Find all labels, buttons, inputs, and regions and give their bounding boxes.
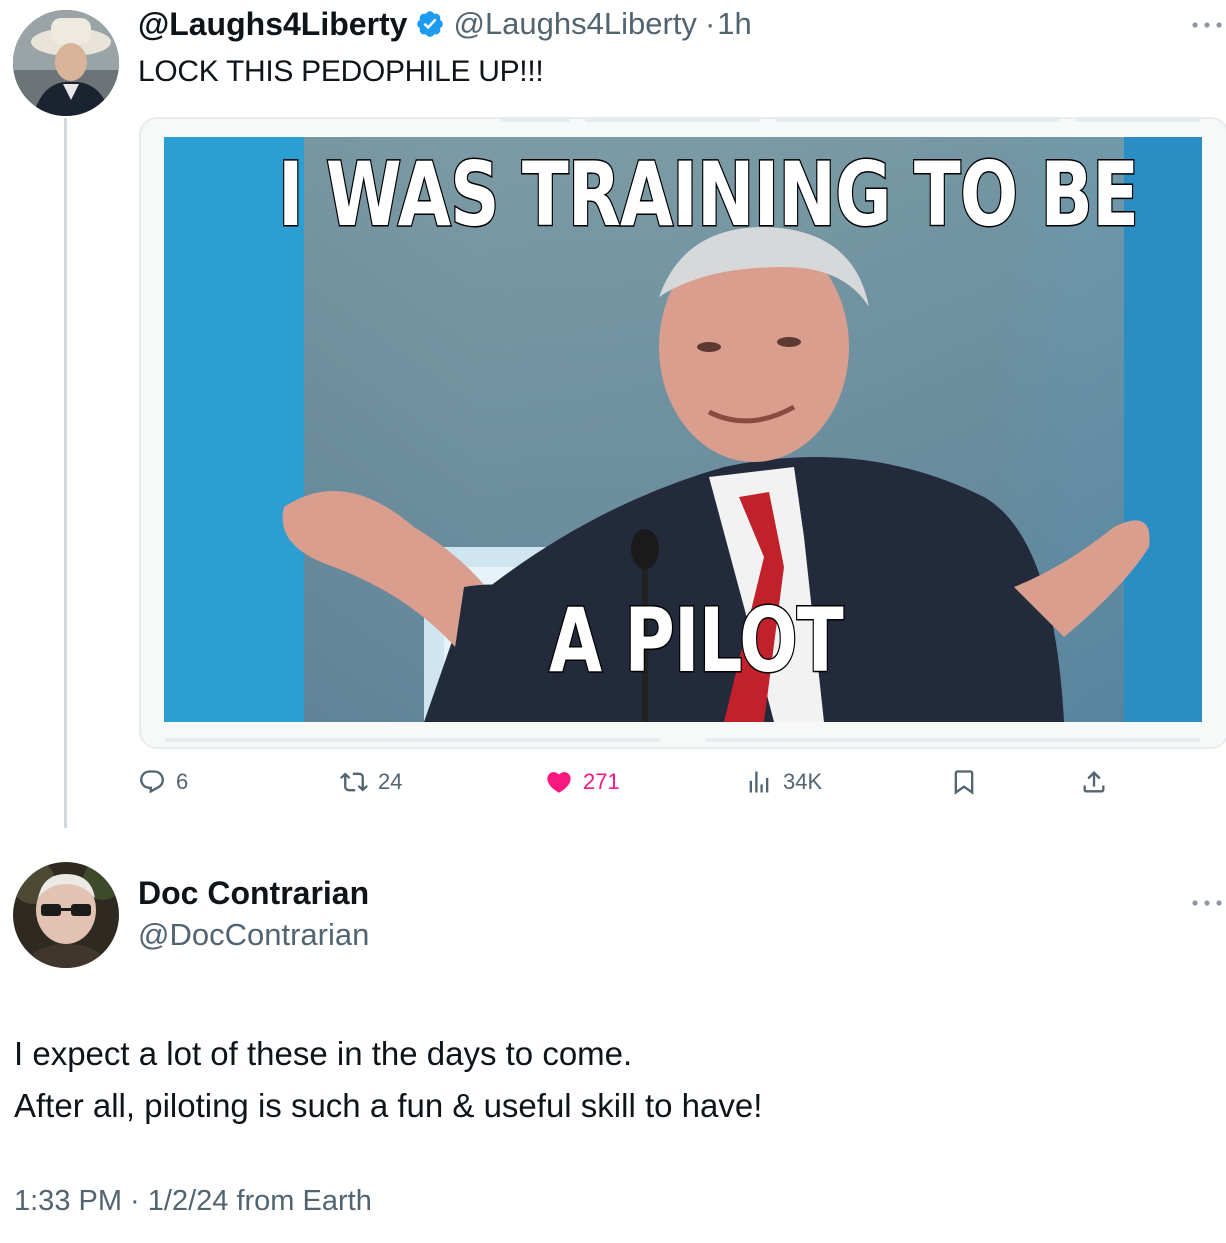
views-icon [749,771,769,793]
thread-connector-line [64,118,67,828]
repost-button[interactable]: 24 [340,768,402,796]
media-card-tab [165,738,660,742]
reply-icon [140,770,164,794]
avatar-portrait-image [13,10,119,116]
reply-button[interactable]: 6 [138,768,188,796]
reply-more-icon[interactable] [1190,888,1224,914]
original-post-handle[interactable]: @Laughs4Liberty [453,6,696,42]
verified-badge-icon [415,9,445,39]
media-card-tab [585,118,760,122]
reply-count: 6 [176,769,189,794]
reply-text-line-1: I expect a lot of these in the days to c… [14,1035,633,1072]
views-count: 34K [783,769,823,794]
like-count: 271 [583,769,620,794]
header-separator: · [704,6,716,41]
original-post-time[interactable]: 1h [717,6,751,42]
views-button[interactable]: 34K [745,768,822,796]
reply-timestamp[interactable]: 1:33 PM · 1/2/24 from Earth [14,1185,372,1218]
media-card-tab [705,738,1200,742]
media-card-tab [775,118,1060,122]
reply-handle[interactable]: @DocContrarian [138,917,369,953]
media-card-tab [500,118,570,122]
laughs4liberty-avatar[interactable] [13,10,119,116]
bookmark-button[interactable] [950,768,978,796]
media-card-tab [1075,118,1200,122]
meme-top-caption: I WAS TRAINING TO BE [277,142,1140,248]
share-icon [1083,771,1105,793]
original-post-text: LOCK THIS PEDOPHILE UP!!! [138,55,544,88]
meme-bottom-caption: A PILOT [548,588,845,694]
reply-text-line-2: After all, piloting is such a fun & usef… [14,1087,763,1124]
original-post-more-icon[interactable] [1190,10,1224,36]
like-button[interactable]: 271 [545,768,620,796]
doccontrarian-avatar[interactable] [13,862,119,968]
original-post-display-name[interactable]: @Laughs4Liberty [138,6,407,43]
reply-text-block: I expect a lot of these in the days to c… [14,1028,1204,1132]
repost-icon [340,772,368,792]
avatar-portrait-image [13,862,119,968]
original-post-header: @Laughs4Liberty @Laughs4Liberty · 1h [138,4,752,44]
meme-image[interactable]: I WAS TRAINING TO BE A PILOT [164,137,1202,722]
repost-count: 24 [378,769,403,794]
original-post-action-bar: 6 24 271 34K [0,768,1226,804]
reply-display-name[interactable]: Doc Contrarian [138,875,369,912]
like-icon [547,772,571,793]
bookmark-icon [954,770,974,795]
share-button[interactable] [1080,768,1108,796]
